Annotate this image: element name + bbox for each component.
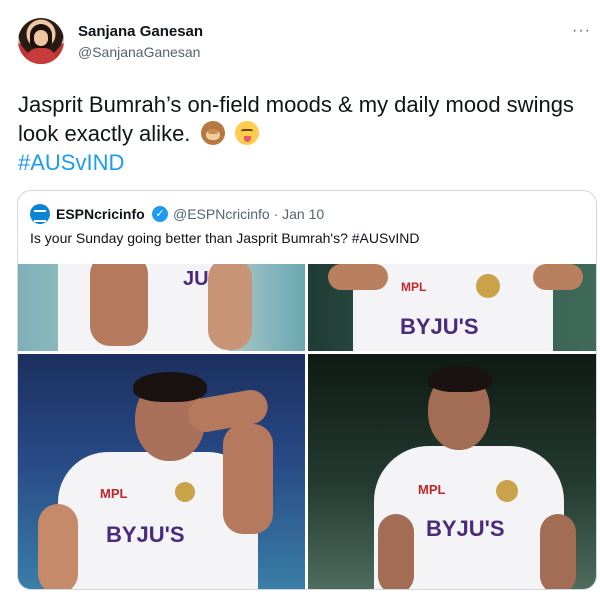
photo-3-left-arm bbox=[38, 504, 78, 589]
more-options-icon[interactable]: ··· bbox=[572, 22, 591, 40]
author-name[interactable]: Sanjana Ganesan bbox=[78, 23, 203, 40]
photo-4-hair bbox=[428, 366, 492, 392]
photo-grid: JU MPL BYJU'S MPL BYJU'S MPL BYJU'S bbox=[18, 264, 596, 589]
quoted-text: Is your Sunday going better than Jasprit… bbox=[30, 230, 420, 246]
see-no-evil-monkey-icon bbox=[200, 121, 225, 145]
photo-3-crest-icon bbox=[175, 482, 195, 502]
photo-1-logo: JU bbox=[183, 268, 209, 290]
photo-3-mpl-logo: MPL bbox=[100, 486, 128, 501]
avatar-dress bbox=[26, 48, 56, 64]
author-avatar[interactable] bbox=[18, 18, 64, 64]
quoted-tweet[interactable]: ESPNcricinfo ✓ @ESPNcricinfo · Jan 10 Is… bbox=[17, 190, 597, 590]
photo-1-arm-2 bbox=[208, 264, 252, 350]
photo-3-forearm bbox=[223, 424, 273, 534]
photo-1[interactable]: JU bbox=[18, 264, 305, 351]
tweet-text: Jasprit Bumrah’s on-field moods & my dai… bbox=[18, 90, 578, 177]
photo-4-left-arm bbox=[378, 514, 414, 589]
photo-4[interactable]: MPL BYJU'S bbox=[308, 354, 596, 589]
photo-3-hair bbox=[133, 372, 207, 402]
tweet-card: Sanjana Ganesan @SanjanaGanesan ··· Jasp… bbox=[0, 0, 600, 600]
photo-2-byjus-logo: BYJU'S bbox=[400, 314, 479, 339]
avatar-face bbox=[34, 30, 48, 46]
photo-4-crest-icon bbox=[496, 480, 518, 502]
photo-2-arm-2 bbox=[533, 264, 583, 290]
hashtag-link[interactable]: #AUSvIND bbox=[18, 150, 124, 175]
photo-4-right-arm bbox=[540, 514, 576, 589]
quoted-author-name[interactable]: ESPNcricinfo bbox=[56, 206, 145, 222]
savoring-food-face-icon bbox=[234, 121, 259, 145]
photo-3-byjus-logo: BYJU'S bbox=[106, 522, 185, 547]
photo-1-arm bbox=[90, 264, 148, 346]
quoted-handle-date[interactable]: @ESPNcricinfo · Jan 10 bbox=[173, 206, 324, 222]
photo-2-mpl-logo: MPL bbox=[401, 280, 427, 294]
verified-badge-icon: ✓ bbox=[152, 206, 168, 222]
photo-2-crest-icon bbox=[476, 274, 500, 298]
photo-4-mpl-logo: MPL bbox=[418, 482, 446, 497]
espn-avatar-icon[interactable] bbox=[30, 204, 50, 224]
photo-2-arm bbox=[328, 264, 388, 290]
tweet-body: Jasprit Bumrah’s on-field moods & my dai… bbox=[18, 92, 574, 146]
photo-4-byjus-logo: BYJU'S bbox=[426, 516, 505, 541]
author-handle[interactable]: @SanjanaGanesan bbox=[78, 44, 200, 60]
photo-3[interactable]: MPL BYJU'S bbox=[18, 354, 305, 589]
photo-2[interactable]: MPL BYJU'S bbox=[308, 264, 596, 351]
